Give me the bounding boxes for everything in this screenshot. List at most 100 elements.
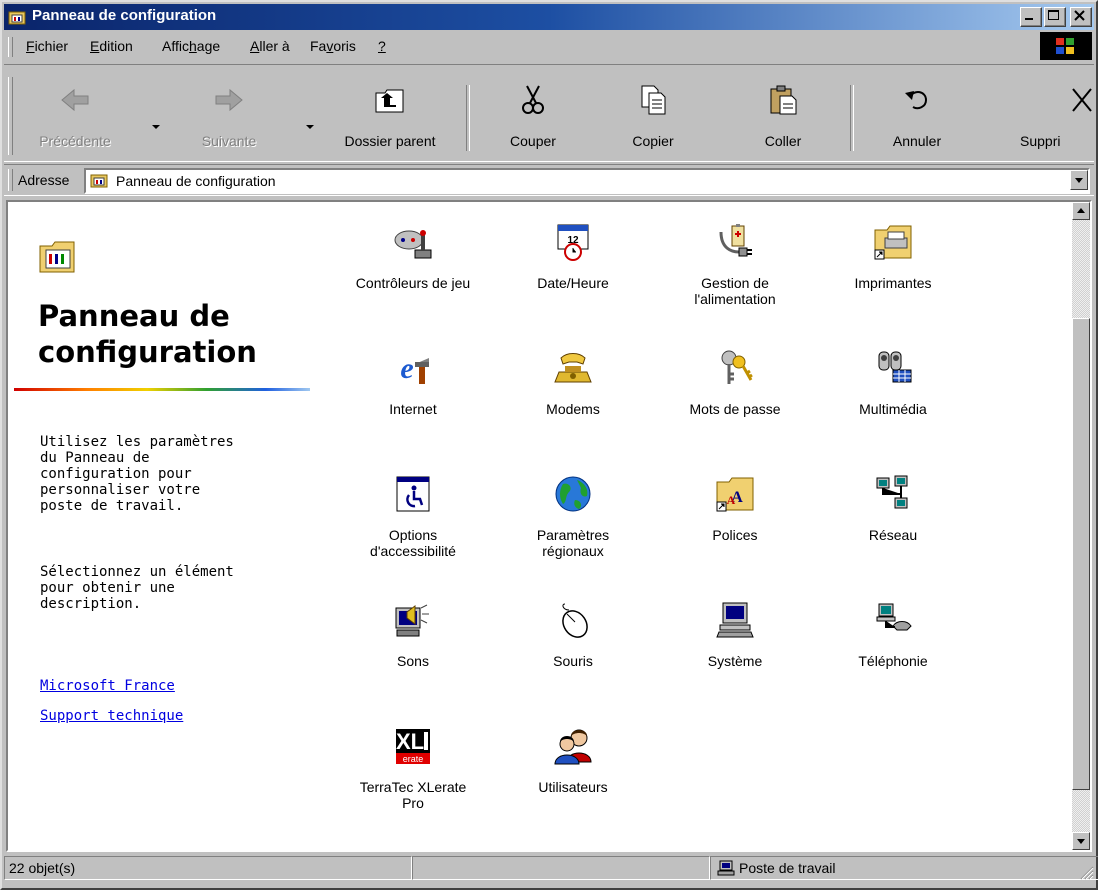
menu-favoris[interactable]: Favoris [310, 38, 356, 54]
scroll-up-button[interactable] [1072, 202, 1090, 220]
address-grip[interactable] [8, 169, 13, 191]
item-controleurs-de-jeu[interactable]: Contrôleurs de jeu [338, 222, 488, 291]
menu-aller-a[interactable]: Aller à [250, 38, 290, 54]
network-icon [876, 475, 908, 509]
toolbar-separator [466, 85, 470, 151]
back-arrow-icon [61, 88, 89, 112]
address-value: Panneau de configuration [116, 173, 276, 189]
item-options-accessibilite[interactable]: Options d'accessibilité [338, 474, 488, 559]
close-icon [1074, 10, 1085, 21]
telephone-modem-icon [554, 353, 592, 383]
window-title: Panneau de configuration [32, 7, 217, 24]
item-date-heure[interactable]: 12 Date/Heure [498, 222, 648, 291]
mouse-icon [562, 603, 588, 638]
xlerate-icon: XLerate [396, 729, 430, 764]
calendar-clock-icon: 12 [557, 224, 589, 261]
svg-text:e: e [400, 352, 413, 385]
scissors-icon [522, 85, 544, 114]
windows-flag-icon [1056, 38, 1074, 54]
maximize-button[interactable] [1044, 7, 1066, 27]
power-plug-icon [719, 224, 752, 257]
item-mots-de-passe[interactable]: Mots de passe [660, 348, 810, 417]
item-terratec-xlerate[interactable]: XL erate TerraTec XLerate Pro [338, 726, 488, 811]
menu-edition[interactable]: Edition [90, 38, 133, 54]
item-modems[interactable]: Modems [498, 348, 648, 417]
control-panel-icon [90, 174, 108, 188]
item-reseau[interactable]: Réseau [818, 474, 968, 543]
control-panel-items: Contrôleurs de jeu 12 Date/Heure Gestion… [338, 202, 1048, 850]
menu-help[interactable]: ? [378, 38, 386, 54]
item-utilisateurs[interactable]: Utilisateurs [498, 726, 648, 795]
status-bar: 22 objet(s) Poste de travail [4, 854, 1098, 884]
windows-logo [1040, 32, 1092, 60]
arrow-up-icon [1077, 208, 1085, 213]
content-pane: Panneau de configuration Utilisez les pa… [6, 200, 1092, 852]
item-souris[interactable]: Souris [498, 600, 648, 669]
printer-folder-icon [874, 225, 912, 260]
scroll-thumb[interactable] [1072, 318, 1090, 790]
rainbow-divider [14, 388, 310, 391]
back-dropdown-arrow[interactable] [152, 125, 160, 129]
item-multimedia[interactable]: Multimédia [818, 348, 968, 417]
support-technique-link[interactable]: Support technique [40, 708, 183, 724]
microsoft-france-link[interactable]: Microsoft France [40, 678, 175, 694]
svg-text:XL: XL [396, 729, 424, 754]
selection-hint-text: Sélectionnez un élément pour obtenir une… [40, 564, 234, 612]
control-panel-icon [8, 11, 26, 25]
keys-icon [721, 350, 753, 384]
item-parametres-regionaux[interactable]: Paramètres régionaux [498, 474, 648, 559]
users-icon [554, 729, 592, 765]
joystick-icon [394, 230, 432, 259]
item-gestion-alimentation[interactable]: Gestion de l'alimentation [660, 222, 810, 307]
maximize-icon [1048, 10, 1059, 20]
toolbar-separator [850, 85, 854, 151]
toolbar-grip[interactable] [8, 77, 13, 155]
address-bar: Adresse Panneau de configuration [4, 164, 1094, 196]
chevron-down-icon [1075, 178, 1083, 183]
minimize-button[interactable] [1020, 7, 1042, 27]
item-sons[interactable]: Sons [338, 600, 488, 669]
forward-dropdown-arrow[interactable] [306, 125, 314, 129]
status-empty-panel [412, 856, 710, 880]
status-zone: Poste de travail [710, 856, 1098, 880]
vertical-scrollbar[interactable] [1072, 202, 1090, 850]
item-systeme[interactable]: Système [660, 600, 810, 669]
item-telephonie[interactable]: Téléphonie [818, 600, 968, 669]
menu-fichier[interactable]: Fichier [26, 38, 68, 54]
speaker-icon [395, 604, 429, 637]
status-zone-label: Poste de travail [739, 860, 836, 876]
address-field[interactable]: Panneau de configuration [84, 168, 1090, 194]
title-bar[interactable]: Panneau de configuration [4, 4, 1094, 30]
arrow-down-icon [1077, 839, 1085, 844]
address-label: Adresse [18, 172, 70, 188]
clipboard-icon [770, 85, 797, 115]
description-text: Utilisez les paramètres du Panneau de co… [40, 434, 234, 514]
address-dropdown-button[interactable] [1070, 170, 1088, 190]
page-title-line: Panneau de [38, 299, 230, 333]
explorer-window: Panneau de configuration Fichier Edition… [0, 0, 1098, 890]
menu-affichage[interactable]: Affichage [162, 38, 220, 54]
item-polices[interactable]: AA Polices [660, 474, 810, 543]
item-internet[interactable]: e Internet [338, 348, 488, 417]
scroll-down-button[interactable] [1072, 832, 1090, 850]
accessibility-icon [396, 476, 430, 512]
item-imprimantes[interactable]: Imprimantes [818, 222, 968, 291]
resize-grip-icon[interactable] [1078, 864, 1094, 880]
forward-arrow-icon [215, 88, 243, 112]
page-title: Panneau de configuration [38, 298, 338, 370]
status-object-count: 22 objet(s) [4, 856, 412, 880]
menu-bar: Fichier Edition Affichage Aller à Favori… [4, 34, 1094, 60]
page-title-line: configuration [38, 335, 257, 369]
web-view-pane: Panneau de configuration Utilisez les pa… [8, 202, 338, 850]
delete-button[interactable]: Suppri [1008, 75, 1098, 161]
close-button[interactable] [1070, 7, 1092, 27]
multimedia-icon [878, 351, 912, 383]
computer-icon [716, 602, 754, 638]
standard-toolbar: Précédente Suivante Dossier parent Coupe… [4, 64, 1094, 162]
menu-grip[interactable] [8, 37, 13, 57]
computer-icon [717, 860, 735, 876]
svg-text:A: A [727, 493, 736, 507]
globe-icon [555, 476, 591, 512]
minimize-icon [1025, 18, 1033, 20]
internet-explorer-icon: e [400, 352, 429, 385]
